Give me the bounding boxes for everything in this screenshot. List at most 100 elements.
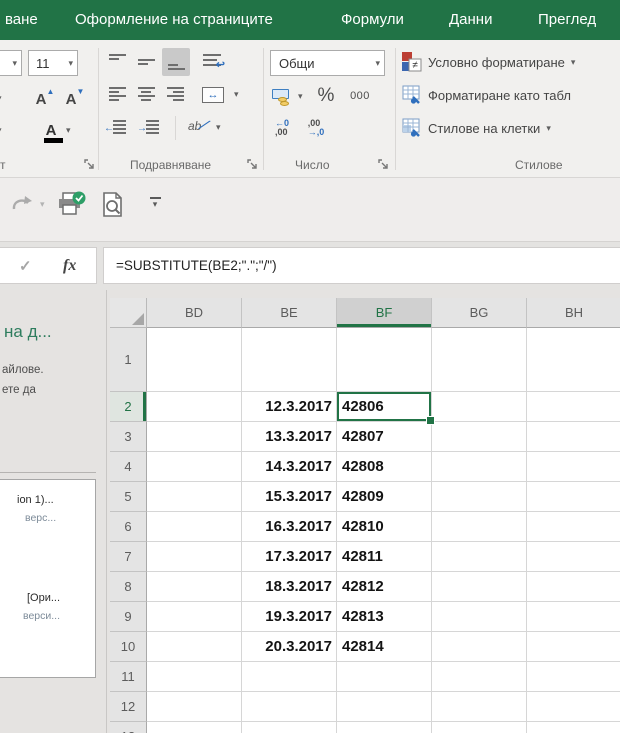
row-header-4[interactable]: 4 bbox=[110, 452, 147, 482]
cell-BE5[interactable]: 15.3.2017 bbox=[242, 482, 337, 512]
wrap-text-button[interactable]: ↩ bbox=[198, 48, 228, 75]
recovered-file-item[interactable]: ion 1)... верс... bbox=[0, 494, 95, 524]
align-center-button[interactable] bbox=[133, 81, 159, 108]
cell-BD10[interactable] bbox=[147, 632, 242, 662]
cell-BF1[interactable] bbox=[337, 328, 432, 392]
format-as-table-button[interactable]: Форматиране като табл bbox=[402, 85, 571, 105]
align-right-button[interactable] bbox=[162, 81, 188, 108]
cell-BF10[interactable]: 42814 bbox=[337, 632, 432, 662]
font-dialog-launcher[interactable] bbox=[83, 158, 96, 171]
recovered-file-item[interactable]: [Ори... верси... bbox=[0, 592, 95, 622]
cell-BE7[interactable]: 17.3.2017 bbox=[242, 542, 337, 572]
select-all-corner[interactable] bbox=[110, 298, 147, 328]
conditional-formatting-button[interactable]: ≠ Условно форматиране ▾ bbox=[402, 52, 575, 72]
column-header-BE[interactable]: BE bbox=[242, 298, 337, 328]
cell-BE1[interactable] bbox=[242, 328, 337, 392]
cell-BG12[interactable] bbox=[432, 692, 527, 722]
comma-style-button[interactable]: 000 bbox=[344, 84, 376, 108]
orientation-button[interactable]: ab ⟋ bbox=[184, 114, 212, 141]
merge-center-dropdown[interactable]: ▾ bbox=[234, 90, 239, 99]
font-color-button[interactable]: A bbox=[38, 116, 64, 144]
cell-BH2[interactable] bbox=[527, 392, 620, 422]
cell-BF11[interactable] bbox=[337, 662, 432, 692]
tab-page-layout[interactable]: Оформление на страниците bbox=[75, 0, 273, 40]
cell-BH5[interactable] bbox=[527, 482, 620, 512]
row-header-5[interactable]: 5 bbox=[110, 482, 147, 512]
cell-BF5[interactable]: 42809 bbox=[337, 482, 432, 512]
cell-BH13[interactable] bbox=[527, 722, 620, 733]
cell-BD4[interactable] bbox=[147, 452, 242, 482]
row-header-12[interactable]: 12 bbox=[110, 692, 147, 722]
cell-BH9[interactable] bbox=[527, 602, 620, 632]
cell-BF12[interactable] bbox=[337, 692, 432, 722]
cell-BF13[interactable] bbox=[337, 722, 432, 733]
cell-BH12[interactable] bbox=[527, 692, 620, 722]
cell-BD2[interactable] bbox=[147, 392, 242, 422]
cell-BF7[interactable]: 42811 bbox=[337, 542, 432, 572]
tab-insert-fragment[interactable]: ване bbox=[5, 0, 38, 40]
cell-BD7[interactable] bbox=[147, 542, 242, 572]
tab-data[interactable]: Данни bbox=[449, 0, 492, 40]
redo-dropdown[interactable]: ▾ bbox=[40, 200, 45, 209]
cell-BH1[interactable] bbox=[527, 328, 620, 392]
cell-BG7[interactable] bbox=[432, 542, 527, 572]
percent-style-button[interactable]: % bbox=[312, 82, 340, 110]
cell-BE2[interactable]: 12.3.2017 bbox=[242, 392, 337, 422]
cell-BG11[interactable] bbox=[432, 662, 527, 692]
cell-BH10[interactable] bbox=[527, 632, 620, 662]
cell-BF2[interactable]: 42806 bbox=[337, 392, 435, 425]
row-header-7[interactable]: 7 bbox=[110, 542, 147, 572]
orientation-dropdown[interactable]: ▾ bbox=[216, 123, 221, 132]
row-header-10[interactable]: 10 bbox=[110, 632, 147, 662]
cell-BH8[interactable] bbox=[527, 572, 620, 602]
quick-print-button[interactable] bbox=[56, 190, 88, 220]
accounting-format-button[interactable] bbox=[270, 84, 294, 108]
row-header-1[interactable]: 1 bbox=[110, 328, 147, 392]
customize-qat-button[interactable]: ▾ bbox=[144, 190, 166, 216]
row-header-6[interactable]: 6 bbox=[110, 512, 147, 542]
row-header-11[interactable]: 11 bbox=[110, 662, 147, 692]
row-header-9[interactable]: 9 bbox=[110, 602, 147, 632]
cell-BF9[interactable]: 42813 bbox=[337, 602, 432, 632]
cell-BD3[interactable] bbox=[147, 422, 242, 452]
cell-BG9[interactable] bbox=[432, 602, 527, 632]
tab-review[interactable]: Преглед bbox=[538, 0, 596, 40]
cell-BE3[interactable]: 13.3.2017 bbox=[242, 422, 337, 452]
row-header-2[interactable]: 2 bbox=[110, 392, 147, 422]
insert-function-button[interactable]: fx bbox=[63, 257, 76, 275]
cell-styles-button[interactable]: Стилове на клетки ▾ bbox=[402, 118, 551, 138]
row-header-8[interactable]: 8 bbox=[110, 572, 147, 602]
print-preview-button[interactable] bbox=[97, 190, 129, 220]
cell-BD1[interactable] bbox=[147, 328, 242, 392]
cell-BD11[interactable] bbox=[147, 662, 242, 692]
cell-BE6[interactable]: 16.3.2017 bbox=[242, 512, 337, 542]
cell-BH3[interactable] bbox=[527, 422, 620, 452]
formula-input[interactable]: =SUBSTITUTE(BE2;".";"/") bbox=[103, 247, 620, 284]
accounting-format-dropdown[interactable]: ▾ bbox=[298, 92, 303, 101]
cell-BE4[interactable]: 14.3.2017 bbox=[242, 452, 337, 482]
align-bottom-button[interactable] bbox=[162, 48, 190, 76]
number-format-combo[interactable]: Общи ▾ bbox=[270, 50, 385, 76]
cell-BG3[interactable] bbox=[432, 422, 527, 452]
row-header-13[interactable]: 13 bbox=[110, 722, 147, 733]
cell-BF6[interactable]: 42810 bbox=[337, 512, 432, 542]
align-left-button[interactable] bbox=[104, 81, 130, 108]
column-header-BF[interactable]: BF bbox=[337, 298, 432, 328]
column-header-BG[interactable]: BG bbox=[432, 298, 527, 328]
cell-BD5[interactable] bbox=[147, 482, 242, 512]
cell-BG4[interactable] bbox=[432, 452, 527, 482]
cell-BF8[interactable]: 42812 bbox=[337, 572, 432, 602]
column-header-BH[interactable]: BH bbox=[527, 298, 620, 328]
cell-BD13[interactable] bbox=[147, 722, 242, 733]
fill-color-dropdown-fragment[interactable]: ▾ bbox=[0, 126, 2, 135]
increase-font-button[interactable]: A ▲ bbox=[28, 86, 55, 112]
alignment-dialog-launcher[interactable] bbox=[246, 158, 259, 171]
increase-decimal-button[interactable]: ←0 ,00 bbox=[268, 114, 296, 142]
align-top-button[interactable] bbox=[104, 48, 130, 75]
redo-button[interactable] bbox=[8, 190, 36, 216]
decrease-decimal-button[interactable]: ,00 →,0 bbox=[302, 114, 330, 142]
column-header-BD[interactable]: BD bbox=[147, 298, 242, 328]
cell-BH6[interactable] bbox=[527, 512, 620, 542]
increase-indent-button[interactable]: → bbox=[133, 114, 163, 141]
decrease-font-button[interactable]: A ▼ bbox=[58, 86, 85, 112]
